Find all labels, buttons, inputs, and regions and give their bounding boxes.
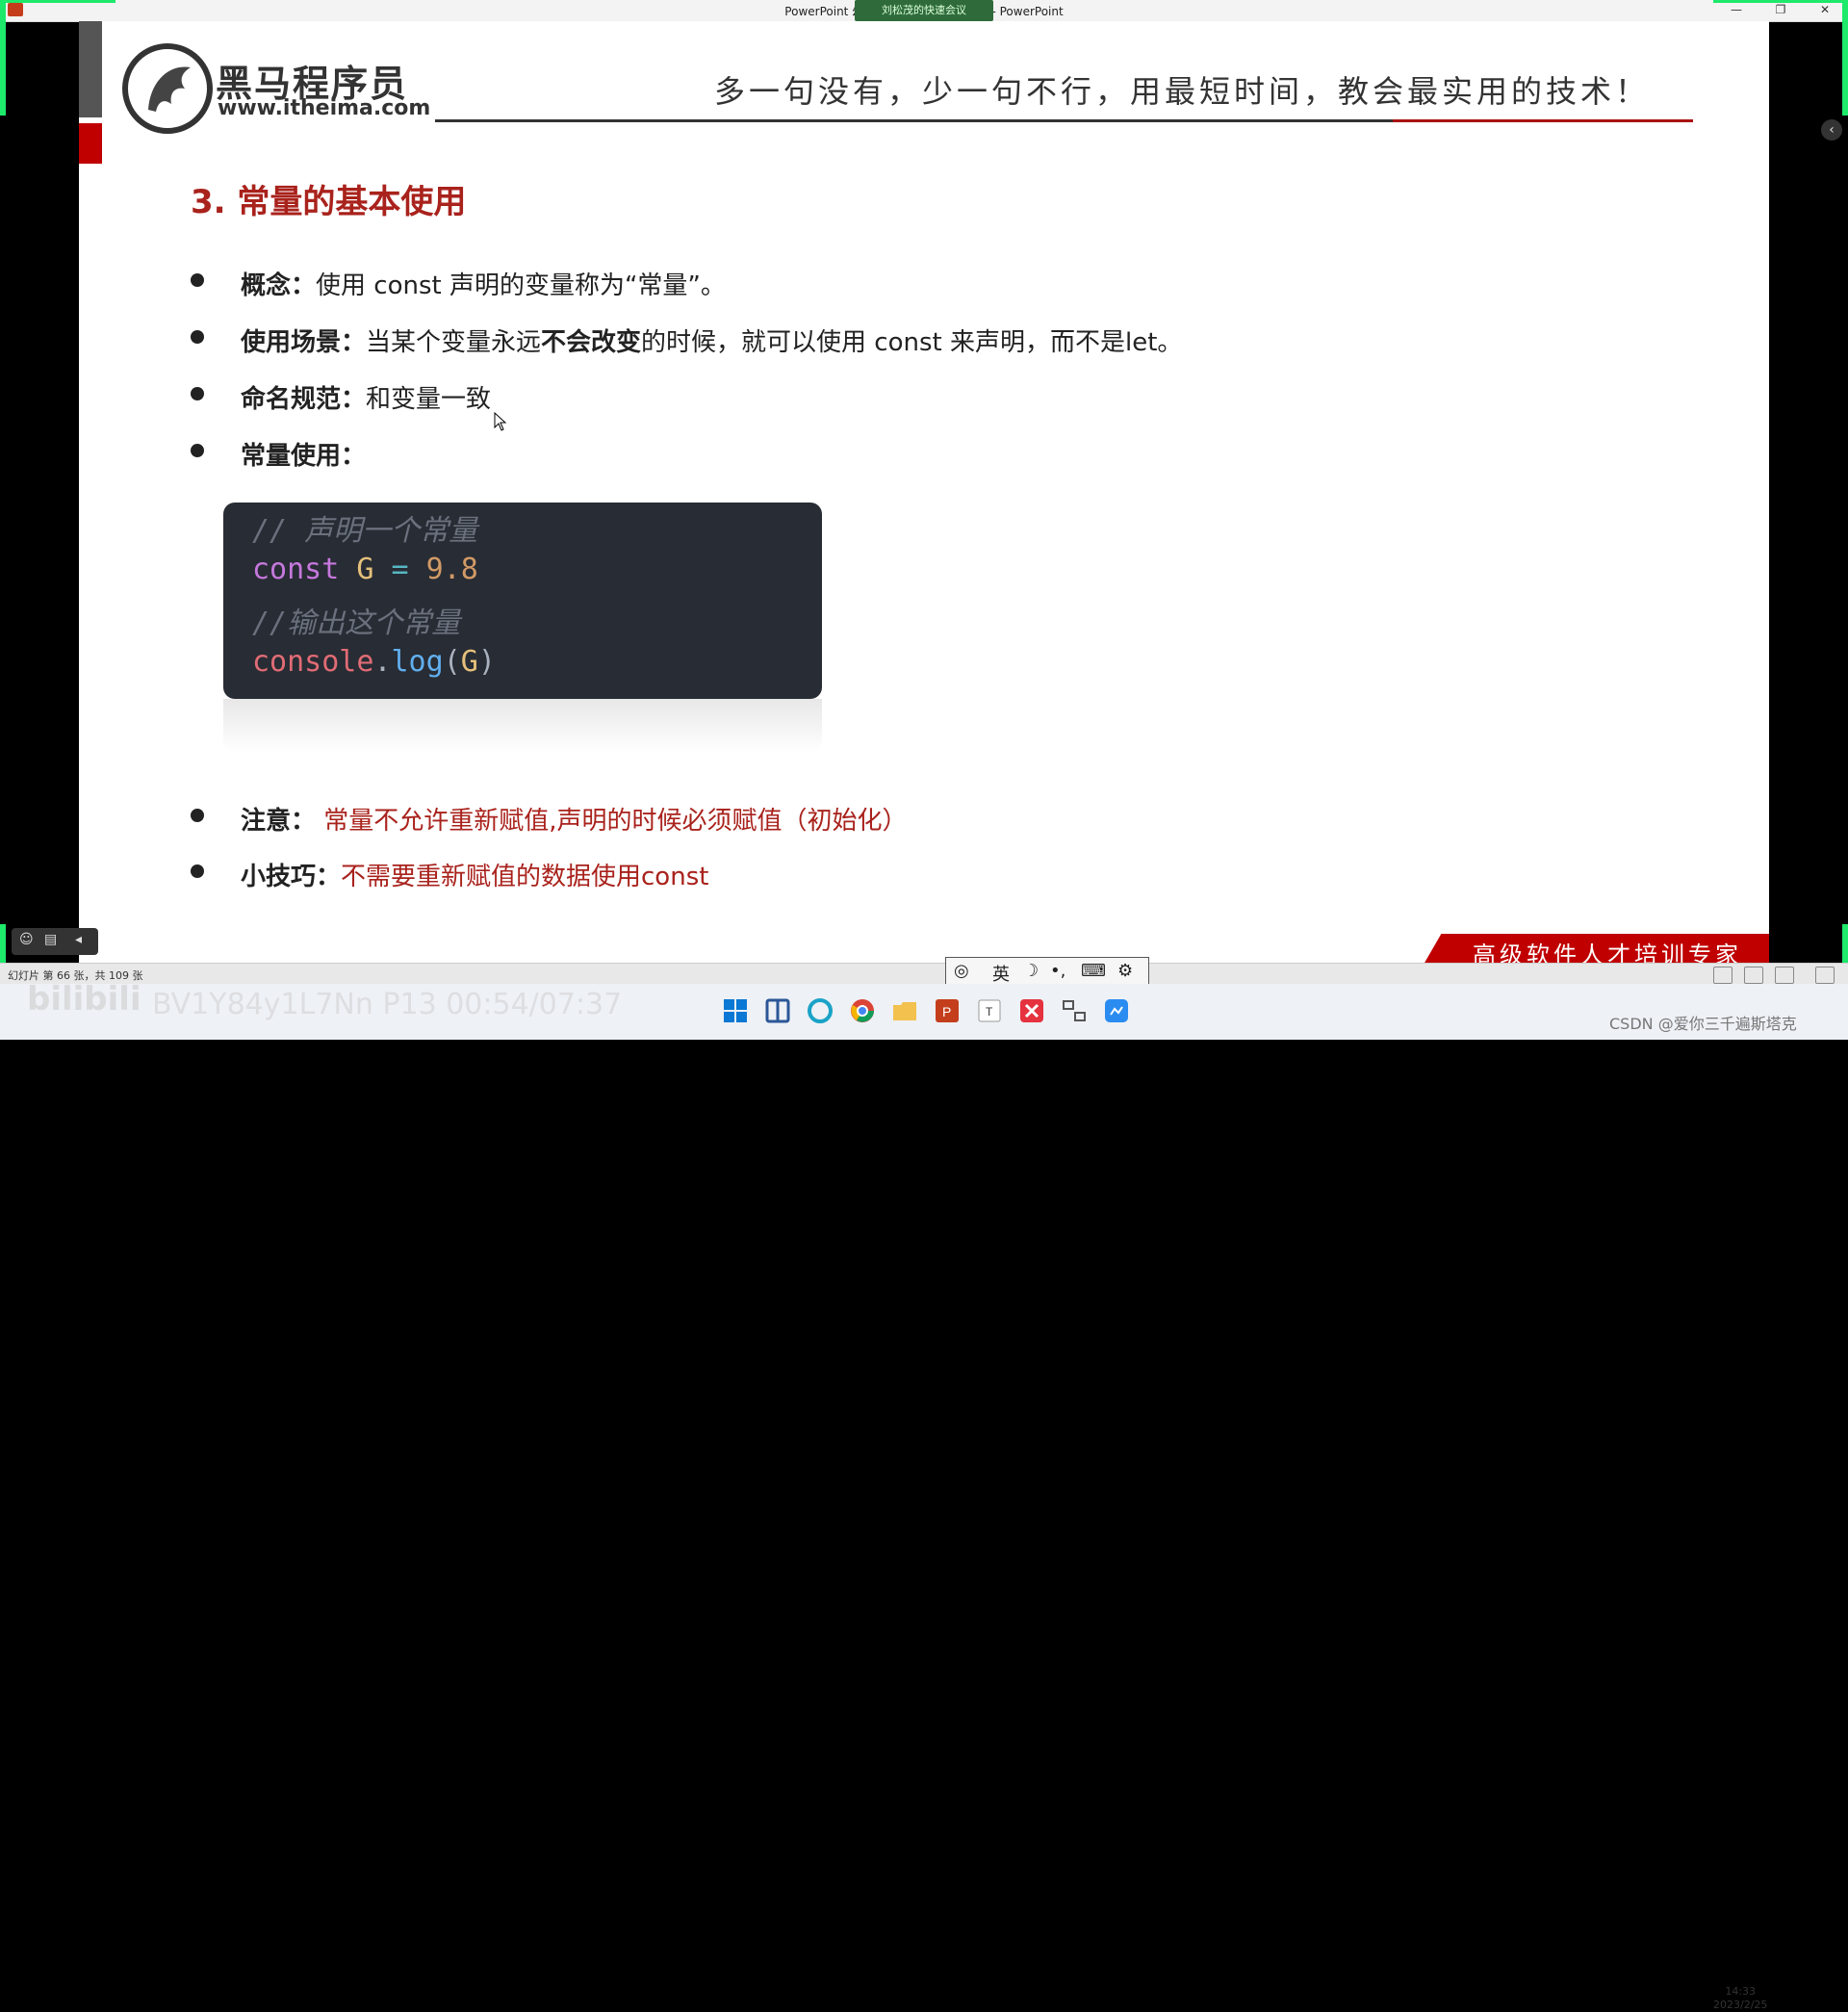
slide-accent-bar [79, 21, 102, 117]
slogan: 多一句没有，少一句不行，用最短时间，教会最实用的技术！ [714, 73, 1651, 110]
ime-logo-icon[interactable]: ◎ [954, 961, 969, 981]
bullet-text: 使用 const 声明的变量称为“常量”。 [316, 271, 726, 300]
code-block: // 声明一个常量 const G = 9.8 //输出这个常量 console… [223, 503, 822, 699]
code-variable: G [356, 553, 374, 586]
recording-frame [1842, 0, 1848, 116]
clock-date: 2023/2/25 [1713, 1999, 1768, 2011]
code-line-declare: const G = 9.8 [252, 553, 478, 586]
meeting-badge[interactable]: 刘松茂的快速会议 [855, 0, 993, 21]
chevron-left-icon[interactable]: ‹ [1821, 119, 1842, 141]
keyboard-icon[interactable]: ⌨ [1081, 961, 1106, 981]
slideshow-controls[interactable]: ☺ ▤ ◂ [12, 928, 98, 955]
csdn-watermark: CSDN @爱你三千遍斯塔克 [1609, 1015, 1797, 1033]
svg-text:T: T [986, 1005, 993, 1019]
widgets-icon[interactable] [764, 997, 791, 1024]
bullet-label: 常量使用： [241, 442, 367, 471]
code-comment: //输出这个常量 [252, 606, 461, 640]
bullet-label: 使用场景： [241, 328, 367, 357]
code-paren: ( [443, 645, 461, 679]
recording-frame [1713, 0, 1848, 3]
recording-frame [0, 0, 6, 116]
bullet-text: 和变量一致 [366, 385, 492, 414]
bullet-dot [191, 444, 204, 457]
slide-sorter-icon[interactable] [1744, 967, 1763, 984]
bullet-dot [191, 387, 204, 400]
code-comment: // 声明一个常量 [252, 514, 478, 548]
meeting-app-icon[interactable] [1103, 997, 1130, 1024]
close-button[interactable]: ✕ [1808, 0, 1842, 21]
clock-time: 14:33 [1725, 1985, 1757, 1998]
horse-logo-icon [122, 43, 213, 134]
code-function: log [391, 645, 444, 679]
bullet-text: 当某个变量永远 [366, 328, 542, 357]
svg-text:P: P [942, 1004, 951, 1019]
typora-icon[interactable]: T [976, 997, 1003, 1024]
bilibili-watermark: bilibili [27, 980, 141, 1019]
bullet-text: 常量不允许重新赋值,声明的时候必须赋值（初始化） [316, 807, 908, 836]
bullet-emphasis: 不会改变 [541, 328, 642, 357]
bullet-label: 小技巧： [241, 863, 342, 891]
system-clock[interactable]: 14:33 2023/2/25 [1713, 1985, 1767, 2012]
bullet-label: 概念： [241, 271, 317, 300]
bullet-label: 注意： [241, 807, 317, 836]
code-dot: . [373, 645, 392, 679]
bullet-dot [191, 330, 204, 344]
moon-icon[interactable]: ☽ [1023, 961, 1039, 981]
mouse-cursor-icon [494, 412, 507, 431]
ime-language-toggle[interactable]: 英 [992, 961, 1010, 986]
code-reflection [223, 699, 822, 753]
gear-icon[interactable]: ⚙ [1117, 961, 1133, 981]
xmind-icon[interactable] [1018, 997, 1045, 1024]
header-divider-accent [1393, 119, 1693, 122]
bullet-dot [191, 864, 204, 878]
bullet-text: 的时候，就可以使用 const 来声明，而不是let。 [641, 328, 1183, 357]
code-number: 9.8 [425, 553, 478, 586]
slide: 黑马程序员 www.itheima.com 多一句没有，少一句不行，用最短时间，… [79, 21, 1769, 963]
restore-button[interactable]: ❐ [1763, 0, 1798, 21]
footer-banner-text: 高级软件人才培训专家 [1473, 942, 1742, 963]
code-argument: G [460, 645, 478, 679]
powerpoint-icon[interactable]: P [934, 997, 961, 1024]
bullet-dot [191, 273, 204, 287]
code-paren: ) [477, 645, 496, 679]
slide-accent-bar-red [79, 123, 102, 164]
normal-view-icon[interactable] [1713, 967, 1732, 984]
brand-url: www.itheima.com [218, 96, 431, 120]
subtitle-icon[interactable]: ▤ [44, 932, 57, 947]
section-title: 3. 常量的基本使用 [191, 183, 467, 221]
bullet-label: 命名规范： [241, 385, 367, 414]
punctuation-icon[interactable]: •, [1050, 961, 1065, 981]
windows-start-icon[interactable] [722, 997, 749, 1024]
minimize-button[interactable]: — [1719, 0, 1754, 21]
window-titlebar: PowerPoint 幻灯片放映 - [JavaScript] - PowerP… [0, 0, 1848, 22]
bullet-dot [191, 809, 204, 822]
folder-icon[interactable] [891, 997, 918, 1024]
code-operator: = [391, 553, 409, 586]
code-line-log: console.log(G) [252, 645, 496, 679]
remote-desktop-icon[interactable] [1061, 997, 1088, 1024]
video-id-watermark: BV1Y84y1L7Nn P13 00:54/07:37 [152, 988, 623, 1021]
code-object: console [252, 645, 374, 679]
reading-view-icon[interactable] [1775, 967, 1794, 984]
pointer-icon[interactable]: ☺ [19, 932, 34, 947]
statusbar: 幻灯片 第 66 张，共 109 张 [0, 963, 1848, 985]
recording-frame [0, 0, 116, 3]
slideshow-icon[interactable] [1815, 967, 1835, 984]
bullet-text: 不需要重新赋值的数据使用const [341, 863, 709, 891]
code-keyword: const [252, 553, 340, 586]
chrome-icon[interactable] [849, 997, 876, 1024]
chevron-left-icon[interactable]: ◂ [75, 932, 82, 947]
edge-icon[interactable] [807, 997, 834, 1024]
